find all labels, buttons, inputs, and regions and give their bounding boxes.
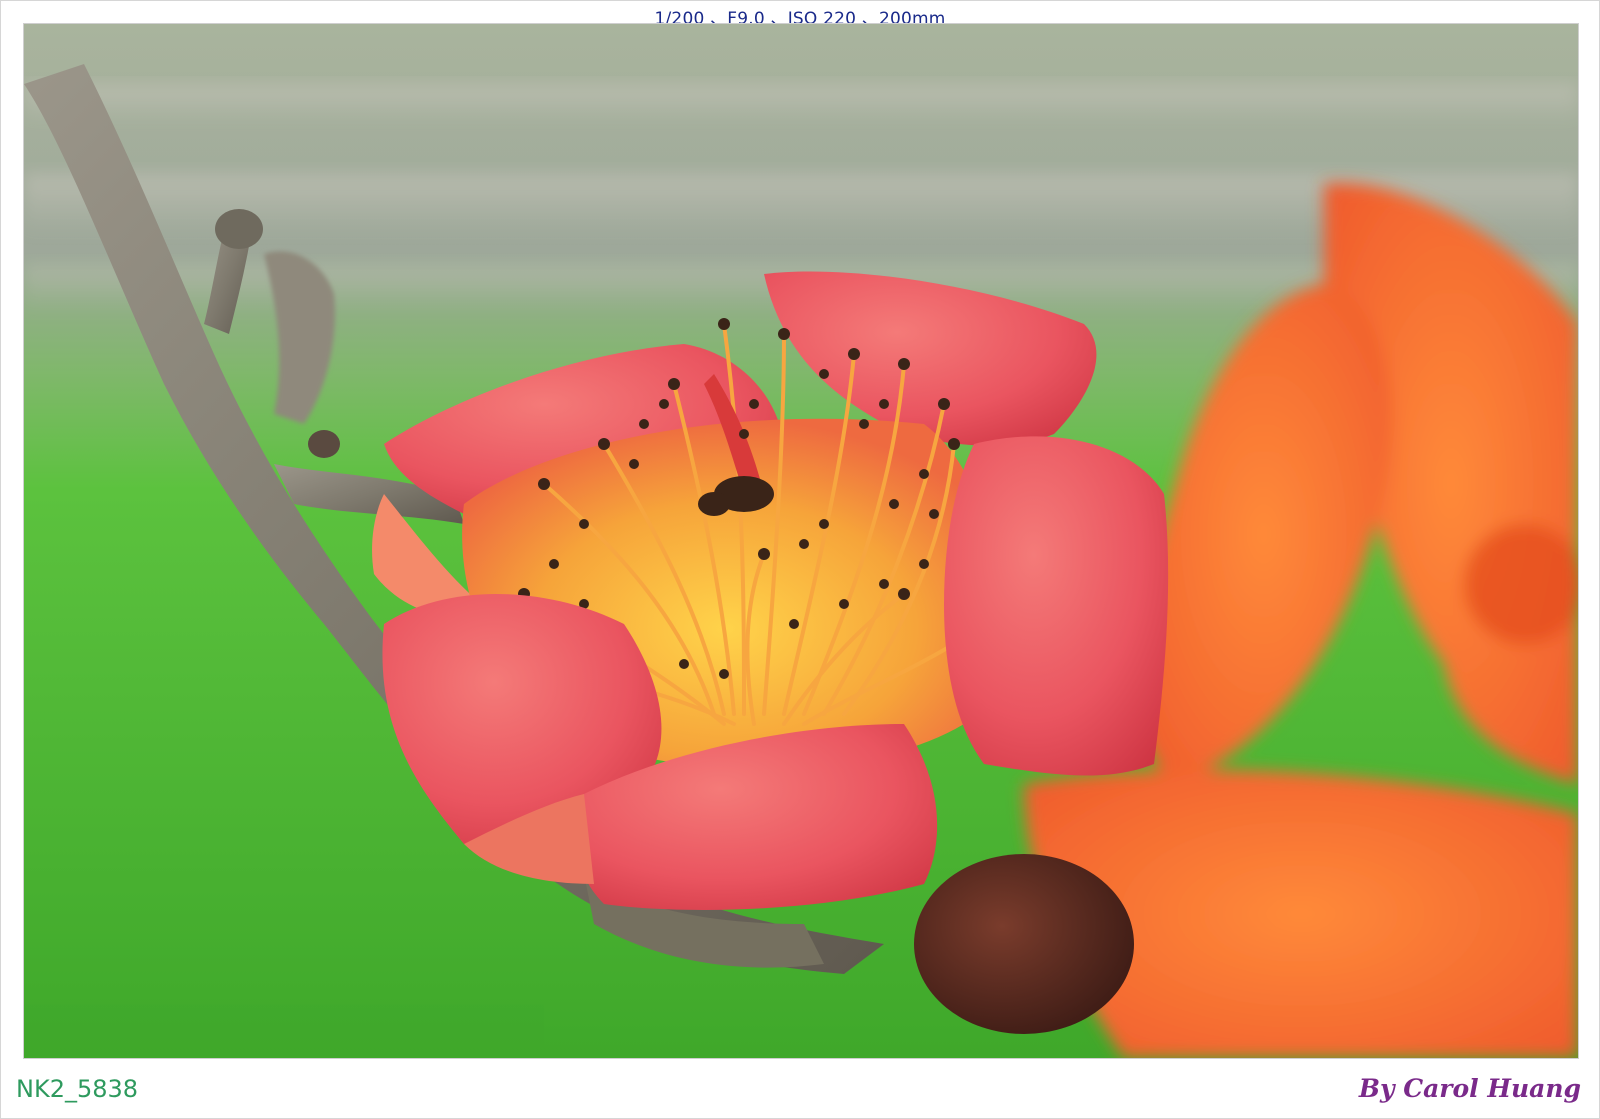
photo-frame: 1/200 、F9.0 、ISO 220 、200mm NK2_5838 By … xyxy=(0,0,1600,1119)
file-name-label: NK2_5838 xyxy=(16,1075,139,1103)
flower-photo xyxy=(24,24,1578,1058)
flower-photo-graphic xyxy=(24,24,1578,1058)
photographer-signature: By Carol Huang xyxy=(1358,1074,1581,1103)
flower-bud xyxy=(914,854,1134,1034)
